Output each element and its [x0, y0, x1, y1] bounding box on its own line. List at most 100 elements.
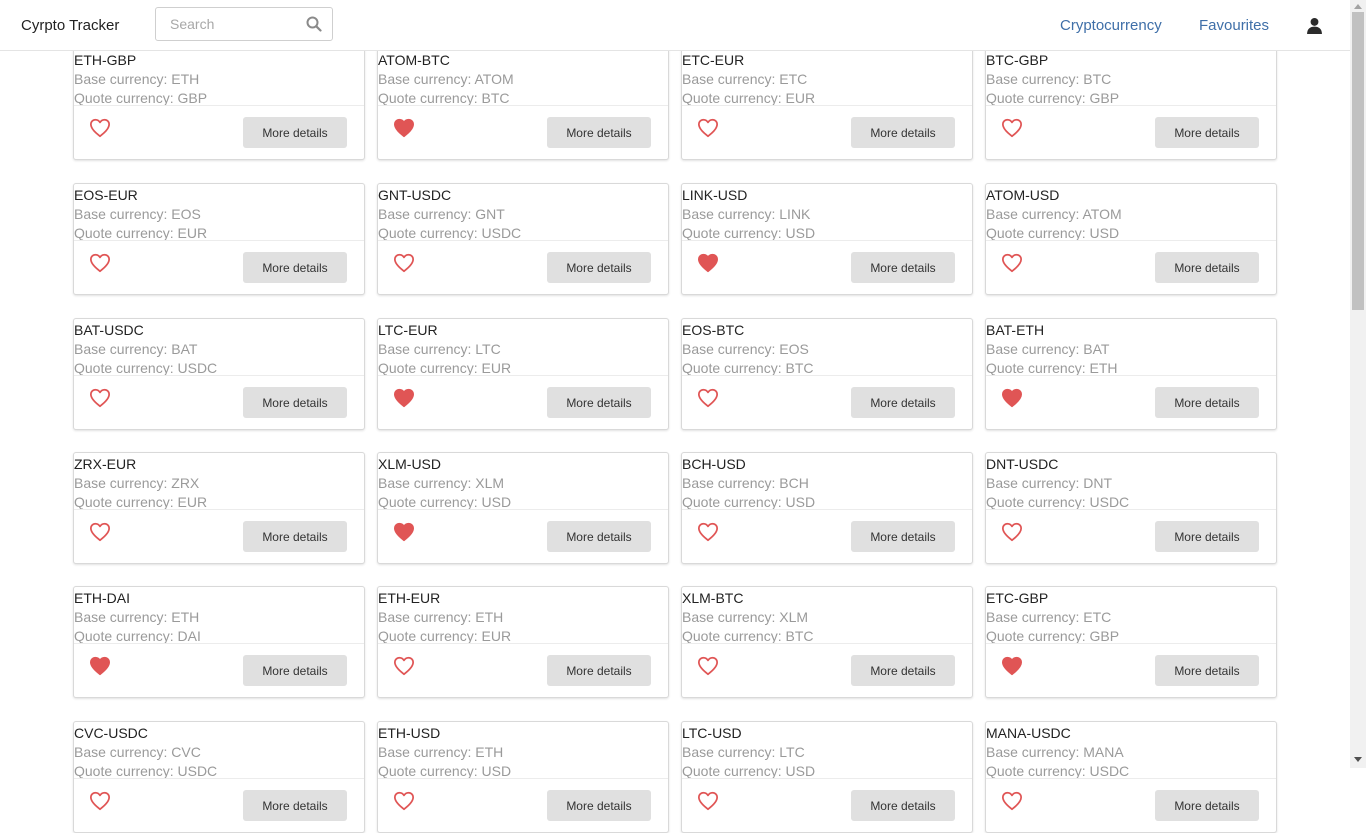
more-details-button[interactable]: More details: [547, 387, 651, 418]
search-box: [155, 7, 333, 41]
quote-currency-value: USD: [785, 494, 816, 510]
more-details-button[interactable]: More details: [547, 521, 651, 552]
card-divider: [74, 643, 364, 644]
more-details-button[interactable]: More details: [1155, 117, 1259, 148]
base-currency-value: ATOM: [474, 71, 514, 87]
more-details-button[interactable]: More details: [1155, 655, 1259, 686]
page-scrollbar[interactable]: [1350, 0, 1366, 768]
heart-outline-icon[interactable]: [1001, 253, 1023, 273]
card-divider: [682, 240, 972, 241]
heart-outline-icon[interactable]: [697, 791, 719, 811]
more-details-button[interactable]: More details: [1155, 387, 1259, 418]
more-details-button[interactable]: More details: [851, 655, 955, 686]
base-currency-value: BCH: [779, 475, 809, 491]
quote-currency-value: GBP: [177, 90, 208, 106]
quote-currency-value: USD: [785, 225, 816, 241]
scroll-down-icon[interactable]: [1354, 757, 1362, 762]
quote-currency-value: BTC: [785, 360, 814, 376]
more-details-button[interactable]: More details: [243, 521, 347, 552]
heart-outline-icon[interactable]: [89, 118, 111, 138]
base-currency-value: LTC: [475, 341, 501, 357]
pair-card: ZRX-EUR Base currency: ZRX Quote currency:…: [73, 452, 365, 564]
base-currency-value: GNT: [475, 206, 505, 222]
pair-card: ATOM-USD Base currency: ATOM Quote currenc…: [985, 183, 1277, 295]
scrollbar-thumb[interactable]: [1352, 12, 1364, 310]
more-details-button[interactable]: More details: [851, 521, 955, 552]
heart-filled-icon[interactable]: [89, 656, 111, 676]
heart-outline-icon[interactable]: [393, 656, 415, 676]
more-details-button[interactable]: More details: [547, 117, 651, 148]
quote-currency-value: EUR: [177, 225, 208, 241]
pair-card: EOS-BTC Base currency: EOS Quote currency:…: [681, 318, 973, 430]
heart-filled-icon[interactable]: [393, 118, 415, 138]
heart-outline-icon[interactable]: [697, 118, 719, 138]
heart-filled-icon[interactable]: [393, 388, 415, 408]
card-divider: [986, 778, 1276, 779]
pair-card: BAT-ETH Base currency: BAT Quote currency:…: [985, 318, 1277, 430]
base-currency-value: CVC: [171, 744, 201, 760]
more-details-button[interactable]: More details: [1155, 252, 1259, 283]
more-details-button[interactable]: More details: [243, 117, 347, 148]
pair-card: LINK-USD Base currency: LINK Quote currenc…: [681, 183, 973, 295]
pair-card: ETC-EUR Base currency: ETC Quote currency:…: [681, 48, 973, 160]
more-details-button[interactable]: More details: [243, 790, 347, 821]
quote-currency-value: BTC: [785, 628, 814, 644]
heart-filled-icon[interactable]: [1001, 388, 1023, 408]
quote-currency-value: EUR: [481, 628, 512, 644]
heart-outline-icon[interactable]: [1001, 522, 1023, 542]
base-currency-value: XLM: [475, 475, 505, 491]
heart-outline-icon[interactable]: [89, 253, 111, 273]
card-divider: [378, 643, 668, 644]
quote-currency-value: USDC: [1089, 494, 1130, 510]
more-details-button[interactable]: More details: [243, 655, 347, 686]
more-details-button[interactable]: More details: [243, 387, 347, 418]
more-details-button[interactable]: More details: [851, 117, 955, 148]
more-details-button[interactable]: More details: [547, 790, 651, 821]
card-divider: [378, 240, 668, 241]
heart-filled-icon[interactable]: [1001, 656, 1023, 676]
brand-title[interactable]: Cyrpto Tracker: [21, 17, 119, 34]
search-icon[interactable]: [306, 16, 322, 32]
more-details-button[interactable]: More details: [243, 252, 347, 283]
search-input[interactable]: [156, 8, 296, 40]
card-divider: [74, 509, 364, 510]
nav-favourites-link[interactable]: Favourites: [1199, 17, 1269, 34]
more-details-button[interactable]: More details: [1155, 521, 1259, 552]
heart-filled-icon[interactable]: [697, 253, 719, 273]
scroll-up-icon[interactable]: [1354, 4, 1362, 9]
base-currency-value: BAT: [171, 341, 198, 357]
pair-title: LINK-USD: [682, 187, 748, 203]
base-currency-label: Base currency:: [986, 341, 1084, 357]
more-details-button[interactable]: More details: [1155, 790, 1259, 821]
more-details-button[interactable]: More details: [851, 387, 955, 418]
heart-outline-icon[interactable]: [697, 522, 719, 542]
pair-card: ETH-DAI Base currency: ETH Quote currency:…: [73, 586, 365, 698]
pair-title: ETC-GBP: [986, 590, 1049, 606]
base-currency-text: Base currency: MANA: [986, 743, 1124, 761]
nav-cryptocurrency-link[interactable]: Cryptocurrency: [1060, 17, 1162, 34]
user-account-icon[interactable]: [1306, 17, 1323, 34]
more-details-button[interactable]: More details: [851, 252, 955, 283]
base-currency-label: Base currency:: [74, 206, 172, 222]
heart-outline-icon[interactable]: [1001, 118, 1023, 138]
heart-outline-icon[interactable]: [697, 656, 719, 676]
more-details-button[interactable]: More details: [851, 790, 955, 821]
heart-outline-icon[interactable]: [89, 522, 111, 542]
heart-outline-icon[interactable]: [1001, 791, 1023, 811]
heart-filled-icon[interactable]: [393, 522, 415, 542]
heart-outline-icon[interactable]: [89, 388, 111, 408]
heart-outline-icon[interactable]: [393, 253, 415, 273]
heart-outline-icon[interactable]: [393, 791, 415, 811]
quote-currency-value: USD: [1089, 225, 1120, 241]
pair-card: BAT-USDC Base currency: BAT Quote currency…: [73, 318, 365, 430]
heart-outline-icon[interactable]: [89, 791, 111, 811]
base-currency-label: Base currency:: [378, 609, 476, 625]
heart-outline-icon[interactable]: [697, 388, 719, 408]
base-currency-value: ETC: [1083, 609, 1112, 625]
more-details-button[interactable]: More details: [547, 655, 651, 686]
pair-title: CVC-USDC: [74, 725, 148, 741]
base-currency-text: Base currency: BTC: [986, 70, 1111, 88]
quote-currency-label: Quote currency:: [378, 90, 482, 106]
more-details-button[interactable]: More details: [547, 252, 651, 283]
pair-card: LTC-USD Base currency: LTC Quote currency:…: [681, 721, 973, 833]
